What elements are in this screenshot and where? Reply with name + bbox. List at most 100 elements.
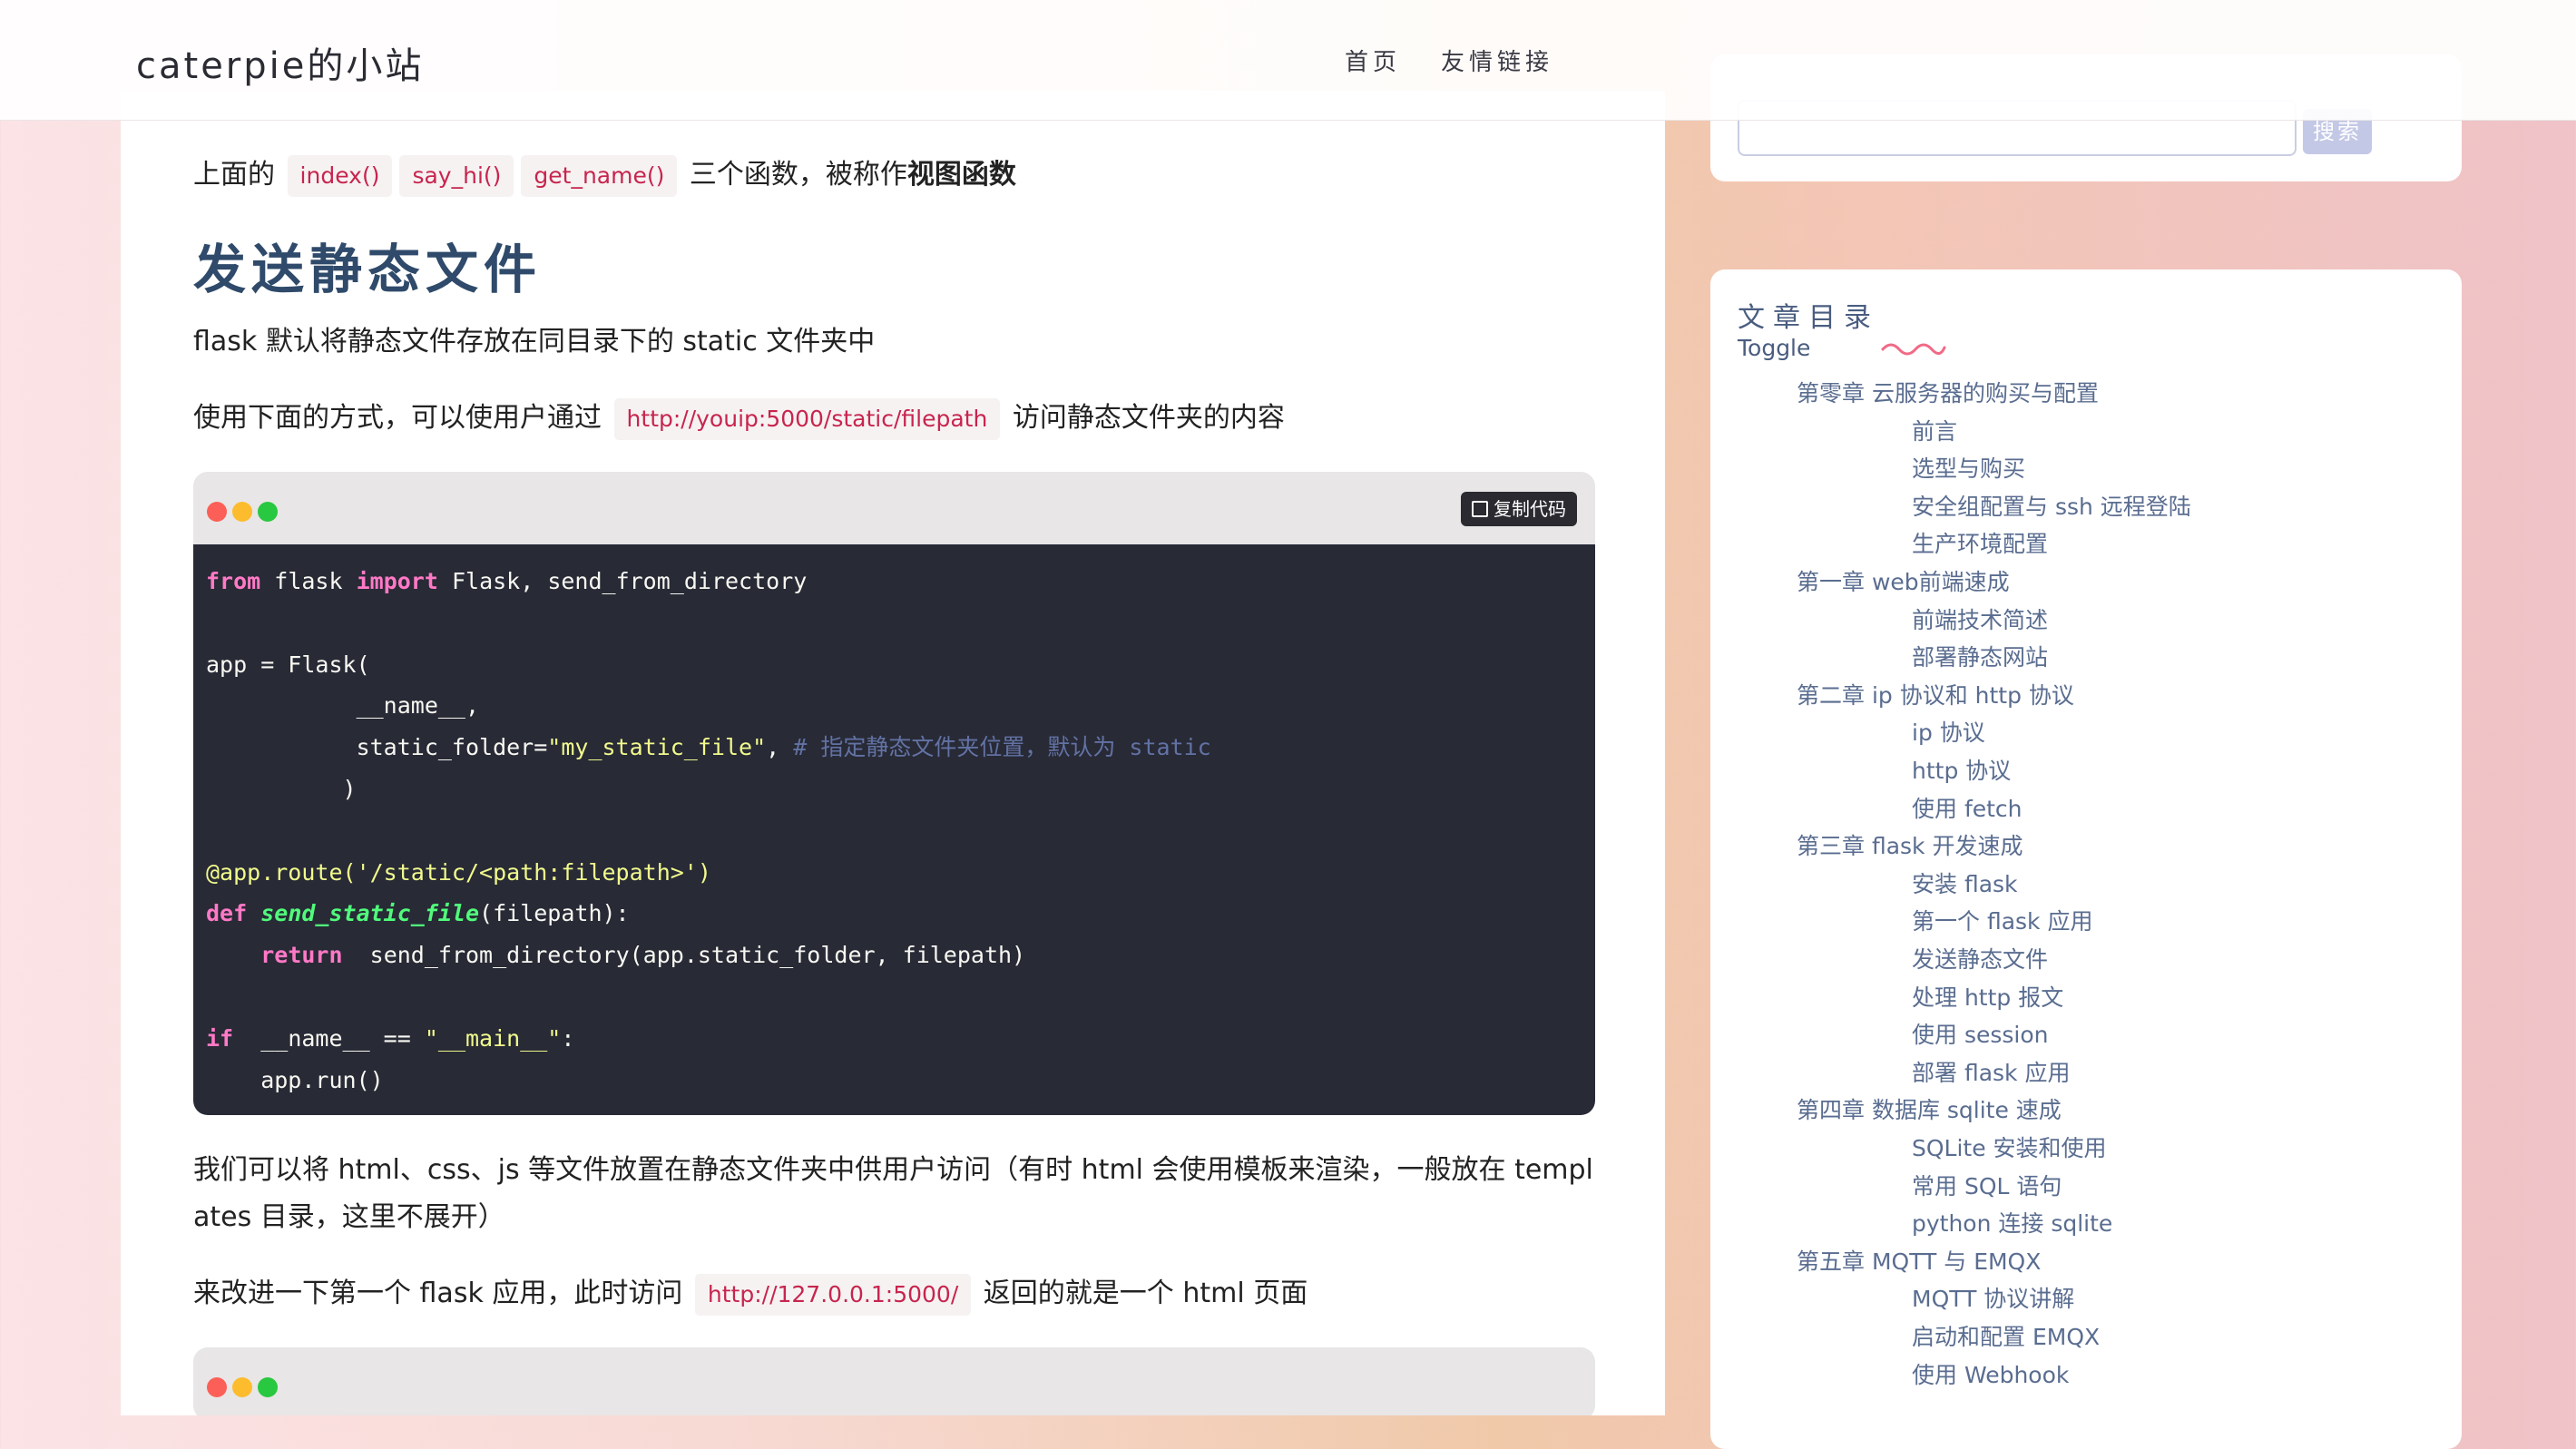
window-dot-green — [258, 502, 278, 522]
toc-section-link[interactable]: 安全组配置与 ssh 远程登陆 — [1912, 494, 2191, 521]
toc-section-link[interactable]: 前端技术简述 — [1912, 607, 2048, 634]
toc-section-link[interactable]: 选型与购买 — [1912, 455, 2025, 483]
code-token: import — [356, 568, 438, 594]
paragraph-static-files: 我们可以将 html、css、js 等文件放置在静态文件夹中供用户访问（有时 h… — [193, 1147, 1595, 1241]
toc-section-link[interactable]: 处理 http 报文 — [1912, 984, 2063, 1012]
toc-toggle[interactable]: Toggle — [1738, 335, 1810, 361]
toc-chapter-link[interactable]: 第三章 flask 开发速成 — [1797, 833, 2023, 860]
inline-code: index() — [287, 155, 393, 197]
text: ates 目录，这里不展开） — [193, 1201, 505, 1233]
code-line: ) — [206, 769, 1582, 810]
toc-section-link[interactable]: 第一个 flask 应用 — [1912, 908, 2092, 935]
toc-section-link[interactable]: http 协议 — [1912, 758, 2011, 785]
code-token: send_static_file — [260, 900, 480, 927]
toc-section-link[interactable]: 部署 flask 应用 — [1912, 1060, 2070, 1087]
paragraph-static-folder: flask 默认将静态文件存放在同目录下的 static 文件夹中 — [193, 326, 876, 357]
section-heading: 发送静态文件 — [193, 239, 543, 300]
toc-section-link[interactable]: 使用 fetch — [1912, 796, 2023, 823]
copy-code-label: 复制代码 — [1494, 498, 1566, 520]
window-dot-red — [207, 502, 227, 522]
code-token: def — [206, 900, 248, 927]
toc-chapter-link[interactable]: 第一章 web前端速成 — [1797, 569, 2010, 596]
code-token: return — [260, 942, 343, 969]
toc-chapter-link[interactable]: 第五章 MQTT 与 EMQX — [1797, 1248, 2041, 1276]
toc-section-link[interactable]: MQTT 协议讲解 — [1912, 1286, 2074, 1313]
code-token: : — [561, 1024, 575, 1052]
code-token: (filepath): — [479, 900, 630, 927]
code-token: app = Flask( — [206, 651, 370, 678]
code-token: __name__, — [206, 692, 480, 720]
text: 上面的 — [193, 159, 275, 191]
code-line: static_folder="my_static_file", # 指定静态文件… — [206, 727, 1582, 769]
code-token: Flask, send_from_directory — [451, 568, 808, 594]
toc-section-link[interactable]: 常用 SQL 语句 — [1912, 1173, 2062, 1200]
text: 来改进一下第一个 flask 应用，此时访问 — [193, 1278, 683, 1309]
inline-code: say_hi() — [399, 155, 514, 197]
toc-card: 文章目录 Toggle 第零章 云服务器的购买与配置前言选型与购买安全组配置与 … — [1710, 269, 2462, 1449]
text: 返回的就是一个 html 页面 — [983, 1278, 1308, 1309]
inline-code-url: http://127.0.0.1:5000/ — [694, 1274, 972, 1316]
toc-section-link[interactable]: ip 协议 — [1912, 720, 1985, 747]
toc-chapter-link[interactable]: 第二章 ip 协议和 http 协议 — [1797, 682, 2074, 710]
code-token: app.run() — [206, 1066, 384, 1093]
inline-code-url: http://youip:5000/static/filepath — [613, 398, 1001, 440]
paragraph-view-functions: 上面的 index() say_hi() get_name() 三个函数，被称作视图… — [193, 152, 1595, 199]
toc-section-link[interactable]: 生产环境配置 — [1912, 531, 2048, 558]
copy-icon — [1472, 501, 1488, 517]
code-block-header: 复制代码 — [193, 472, 1595, 544]
copy-code-button[interactable]: 复制代码 — [1461, 492, 1577, 526]
paragraph-static-url: 使用下面的方式，可以使用户通过 http://youip:5000/static… — [193, 395, 1595, 442]
toc-section-link[interactable]: SQLite 安装和使用 — [1912, 1135, 2107, 1162]
toc-section-link[interactable]: 前言 — [1912, 418, 1957, 445]
code-token: from — [206, 568, 261, 594]
code-token: , — [766, 734, 794, 761]
window-dot-red — [207, 1377, 227, 1397]
text: 三个函数，被称作 — [689, 159, 907, 191]
toc-title: 文章目录 — [1738, 302, 1879, 334]
site-title[interactable]: caterpie的小站 — [136, 36, 424, 89]
toc-chapter-link[interactable]: 第零章 云服务器的购买与配置 — [1797, 380, 2099, 407]
inline-code: get_name() — [521, 155, 678, 197]
bold-text: 视图函数 — [906, 159, 1016, 191]
toc-section-link[interactable]: 安装 flask — [1912, 871, 2018, 898]
text: 访问静态文件夹的内容 — [1012, 402, 1285, 434]
nav-friend-links[interactable]: 友情链接 — [1441, 44, 1553, 77]
code-line: from flask import Flask, send_from_direc… — [206, 561, 1582, 602]
code-line: __name__, — [206, 685, 1582, 727]
code-token: "my_static_file" — [547, 734, 767, 761]
nav-home-link[interactable]: 首页 — [1345, 44, 1401, 77]
wave-icon — [1881, 343, 1946, 356]
toc-section-link[interactable]: 启动和配置 EMQX — [1912, 1324, 2100, 1351]
code-token: __name__ == — [247, 1024, 425, 1052]
code-token: if — [206, 1024, 234, 1052]
code-line: @app.route('/static/<path:filepath>') — [206, 852, 1582, 894]
code-token: flask — [274, 568, 357, 594]
toc-section-link[interactable]: python 连接 sqlite — [1912, 1210, 2112, 1238]
code-token: ) — [206, 775, 357, 802]
text: 我们可以将 html、css、js 等文件放置在静态文件夹中供用户访问（有时 h… — [193, 1154, 1593, 1186]
toc-section-link[interactable]: 使用 Webhook — [1912, 1362, 2069, 1389]
code-token: "__main__" — [424, 1024, 562, 1052]
code-token: # 指定静态文件夹位置，默认为 static — [793, 734, 1211, 761]
site-header: caterpie的小站 首页 友情链接 — [0, 0, 2576, 121]
code-line: app.run() — [206, 1060, 1582, 1101]
code-line: return send_from_directory(app.static_fo… — [206, 935, 1582, 976]
toc-chapter-link[interactable]: 第四章 数据库 sqlite 速成 — [1797, 1097, 2062, 1124]
window-dot-yellow — [232, 502, 252, 522]
window-dot-green — [258, 1377, 278, 1397]
code-line: def send_static_file(filepath): — [206, 893, 1582, 935]
toc-section-link[interactable]: 发送静态文件 — [1912, 946, 2048, 974]
toc-section-link[interactable]: 部署静态网站 — [1912, 644, 2048, 671]
code-block: 复制代码 from flask import Flask, send_from_… — [193, 472, 1595, 1116]
text: 使用下面的方式，可以使用户通过 — [193, 402, 602, 434]
code-token: send_from_directory(app.static_folder, f… — [356, 942, 1026, 969]
code-line: app = Flask( — [206, 644, 1582, 686]
main-nav: 首页 友情链接 — [1345, 44, 1553, 77]
article-card: 上面的 index() say_hi() get_name() 三个函数，被称作视图… — [121, 91, 1665, 1415]
toc-section-link[interactable]: 使用 session — [1912, 1022, 2049, 1049]
code-token: static_folder= — [206, 734, 548, 761]
